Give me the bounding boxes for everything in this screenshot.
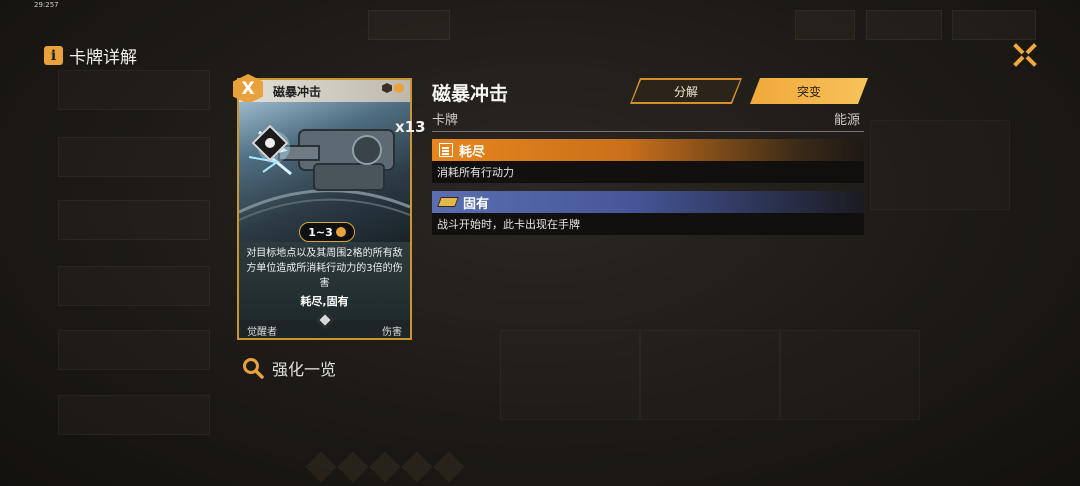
close-icon [1013,43,1037,67]
upgrade-overview-label: 强化一览 [272,360,337,379]
info-icon: i [44,46,63,65]
close-button[interactable] [1012,42,1038,68]
search-icon [243,358,264,379]
mutate-label: 突变 [796,84,821,99]
card-description: 对目标地点以及其周围2格的所有敌方单位造成所消耗行动力的3倍的伤害 耗尽,固有 [239,242,410,320]
card-class-label: 觉醒者 [247,327,277,338]
card-cost [382,83,404,93]
decompose-button[interactable]: 分解 [630,78,742,104]
card-artwork: 1~3 [239,102,410,242]
card-icon [437,197,459,207]
effect-title: 固有 [463,196,490,212]
range-value: 1~3 [308,225,333,239]
effect-header: 耗尽 [432,139,864,161]
panel-title-text: 卡牌详解 [69,48,137,68]
effect-title: 耗尽 [459,144,486,160]
detail-card-type: 卡牌 [432,113,459,128]
upgrade-overview-button[interactable]: 强化一览 [242,356,336,380]
panel-title: i 卡牌详解 [44,43,137,68]
card-header: 磁暴冲击 [239,80,410,102]
effect-innate: 固有 战斗开始时，此卡出现在手牌 [432,191,864,235]
effect-description: 战斗开始时，此卡出现在手牌 [432,213,864,235]
card-count: x13 [395,118,426,136]
effect-description: 消耗所有行动力 [432,161,864,183]
card-preview[interactable]: 磁暴冲击 X 1~3 对目标地点以及其周围2格的所有敌方单位造成所消耗行动力的3… [233,74,412,340]
effect-header: 固有 [432,191,864,213]
card-keywords: 耗尽,固有 [300,295,349,308]
detail-card-name: 磁暴冲击 [432,83,509,105]
modal-overlay [0,0,1080,486]
divider [432,131,864,132]
effect-exhaust: 耗尽 消耗所有行动力 [432,139,864,183]
status-time: 29:257 [34,1,59,9]
decompose-label: 分解 [673,84,698,99]
mutate-button[interactable]: 突变 [750,78,868,104]
card-footer: 觉醒者 伤害 [239,311,410,338]
card-category-label: 伤害 [382,327,402,338]
energy-icon [335,227,346,237]
range-badge: 1~3 [299,222,355,242]
card-description-text: 对目标地点以及其周围2格的所有敌方单位造成所消耗行动力的3倍的伤害 [246,248,403,289]
cost-hex-icon [382,83,392,93]
railgun-illustration [239,129,410,221]
card-name: 磁暴冲击 [273,85,322,99]
cost-hex-icon [394,83,404,93]
detail-card-class: 能源 [834,113,861,128]
document-icon [439,143,453,157]
